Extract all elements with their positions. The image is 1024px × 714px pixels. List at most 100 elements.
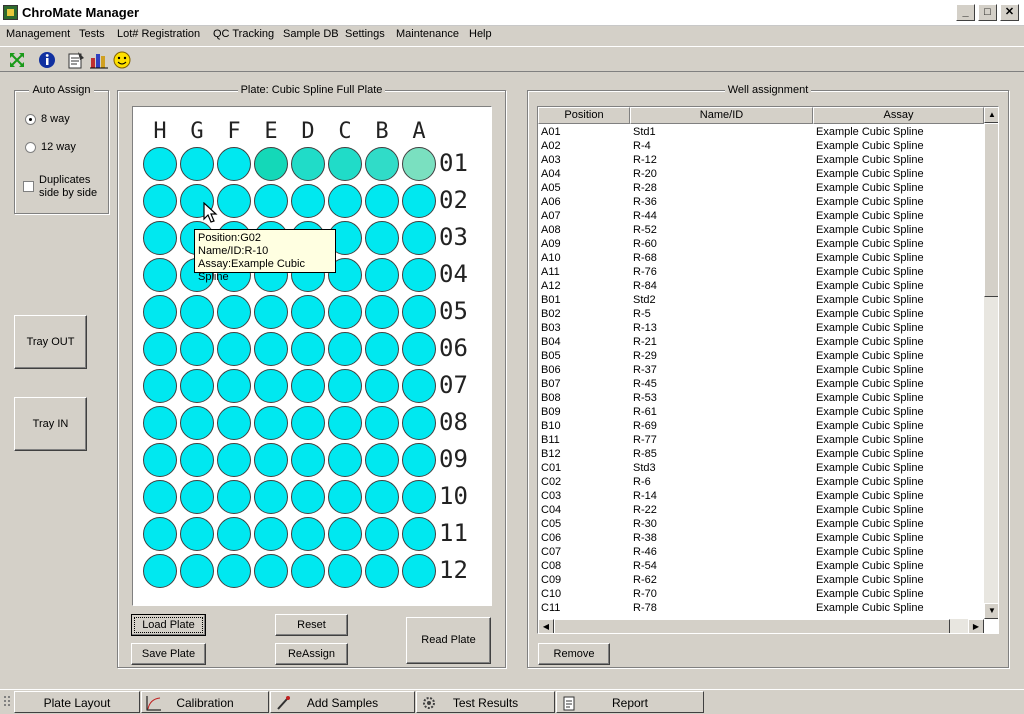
plate-well[interactable]: [291, 369, 325, 403]
table-row[interactable]: B01 Std2 Example Cubic Spline: [538, 293, 984, 307]
plate-well[interactable]: [217, 369, 251, 403]
plate-well[interactable]: [328, 332, 362, 366]
table-row[interactable]: A12 R-84 Example Cubic Spline: [538, 279, 984, 293]
plate-well[interactable]: [402, 147, 436, 181]
table-row[interactable]: B05 R-29 Example Cubic Spline: [538, 349, 984, 363]
plate-well[interactable]: [180, 554, 214, 588]
plate-well[interactable]: [143, 443, 177, 477]
maximize-button[interactable]: □: [978, 4, 997, 21]
plate-well[interactable]: [180, 517, 214, 551]
table-row[interactable]: B08 R-53 Example Cubic Spline: [538, 391, 984, 405]
bar-chart-icon[interactable]: [89, 50, 109, 70]
scroll-down-icon[interactable]: ▼: [984, 603, 998, 619]
plate-well[interactable]: [365, 295, 399, 329]
plate-well[interactable]: [254, 480, 288, 514]
load-plate-button[interactable]: Load Plate: [131, 614, 206, 636]
table-row[interactable]: A03 R-12 Example Cubic Spline: [538, 153, 984, 167]
plate-well[interactable]: [291, 184, 325, 218]
column-header-assay[interactable]: Assay: [813, 107, 984, 124]
plate-well[interactable]: [328, 184, 362, 218]
scroll-right-icon[interactable]: ▶: [968, 619, 984, 633]
plate-well[interactable]: [254, 369, 288, 403]
plate-well[interactable]: [365, 443, 399, 477]
plate-well[interactable]: [328, 554, 362, 588]
close-button[interactable]: ✕: [1000, 4, 1019, 21]
plate-well[interactable]: [402, 332, 436, 366]
plate-well[interactable]: [402, 295, 436, 329]
plate-well[interactable]: [143, 295, 177, 329]
tab-add-samples[interactable]: Add Samples: [270, 691, 415, 713]
menu-sample-db[interactable]: Sample DB: [283, 28, 339, 40]
plate-well[interactable]: [143, 554, 177, 588]
plate-well[interactable]: [328, 480, 362, 514]
table-row[interactable]: A06 R-36 Example Cubic Spline: [538, 195, 984, 209]
horizontal-scrollbar[interactable]: ◀ ▶: [538, 619, 984, 633]
radio-8-way[interactable]: [25, 114, 36, 125]
plate-well[interactable]: [180, 295, 214, 329]
tab-plate-layout[interactable]: Plate Layout: [14, 691, 140, 713]
tab-report[interactable]: Report: [556, 691, 704, 713]
plate-well[interactable]: [402, 443, 436, 477]
plate-well[interactable]: [180, 406, 214, 440]
table-row[interactable]: A01 Std1 Example Cubic Spline: [538, 125, 984, 139]
plate-well[interactable]: [254, 295, 288, 329]
vertical-scroll-thumb[interactable]: [984, 123, 998, 297]
plate-well[interactable]: [217, 184, 251, 218]
plate-well[interactable]: [143, 406, 177, 440]
plate-well[interactable]: [365, 332, 399, 366]
plate-well[interactable]: [402, 221, 436, 255]
tab-test-results[interactable]: Test Results: [416, 691, 555, 713]
plate-well[interactable]: [365, 258, 399, 292]
tab-calibration[interactable]: Calibration: [141, 691, 269, 713]
plate-well[interactable]: [254, 554, 288, 588]
menu-management[interactable]: Management: [6, 28, 70, 40]
plate-well[interactable]: [291, 517, 325, 551]
plate-well[interactable]: [217, 406, 251, 440]
menu-maintenance[interactable]: Maintenance: [396, 28, 459, 40]
plate-well[interactable]: [254, 184, 288, 218]
plate-well[interactable]: [328, 369, 362, 403]
radio-12-way[interactable]: [25, 142, 36, 153]
plate-well[interactable]: [217, 480, 251, 514]
plate-well[interactable]: [143, 147, 177, 181]
table-row[interactable]: A05 R-28 Example Cubic Spline: [538, 181, 984, 195]
plate-well[interactable]: [254, 147, 288, 181]
plate-well[interactable]: [328, 443, 362, 477]
plate-well[interactable]: [180, 369, 214, 403]
plate-well[interactable]: [217, 554, 251, 588]
plate-well[interactable]: [365, 480, 399, 514]
table-row[interactable]: B06 R-37 Example Cubic Spline: [538, 363, 984, 377]
table-row[interactable]: C08 R-54 Example Cubic Spline: [538, 559, 984, 573]
plate-well[interactable]: [402, 369, 436, 403]
menu-help[interactable]: Help: [469, 28, 492, 40]
minimize-button[interactable]: _: [956, 4, 975, 21]
plate-well[interactable]: [328, 406, 362, 440]
menu-settings[interactable]: Settings: [345, 28, 385, 40]
table-row[interactable]: A08 R-52 Example Cubic Spline: [538, 223, 984, 237]
plate-well[interactable]: [143, 369, 177, 403]
plate-well[interactable]: [402, 184, 436, 218]
table-row[interactable]: C10 R-70 Example Cubic Spline: [538, 587, 984, 601]
save-plate-button[interactable]: Save Plate: [131, 643, 206, 665]
table-row[interactable]: C06 R-38 Example Cubic Spline: [538, 531, 984, 545]
plate-well[interactable]: [291, 443, 325, 477]
plate-well[interactable]: [217, 443, 251, 477]
table-row[interactable]: C01 Std3 Example Cubic Spline: [538, 461, 984, 475]
plate-well[interactable]: [254, 332, 288, 366]
menu-lot-registration[interactable]: Lot# Registration: [117, 28, 200, 40]
menu-tests[interactable]: Tests: [79, 28, 105, 40]
plate-well[interactable]: [180, 332, 214, 366]
scroll-up-icon[interactable]: ▲: [984, 107, 998, 123]
plate-well[interactable]: [143, 258, 177, 292]
plate-well[interactable]: [402, 517, 436, 551]
plate-well[interactable]: [365, 369, 399, 403]
plate-well[interactable]: [365, 517, 399, 551]
plate-well[interactable]: [217, 147, 251, 181]
expand-icon[interactable]: [7, 50, 27, 70]
plate-well[interactable]: [180, 443, 214, 477]
table-row[interactable]: C03 R-14 Example Cubic Spline: [538, 489, 984, 503]
plate-well[interactable]: [143, 480, 177, 514]
table-row[interactable]: B12 R-85 Example Cubic Spline: [538, 447, 984, 461]
reassign-button[interactable]: ReAssign: [275, 643, 348, 665]
table-row[interactable]: C07 R-46 Example Cubic Spline: [538, 545, 984, 559]
